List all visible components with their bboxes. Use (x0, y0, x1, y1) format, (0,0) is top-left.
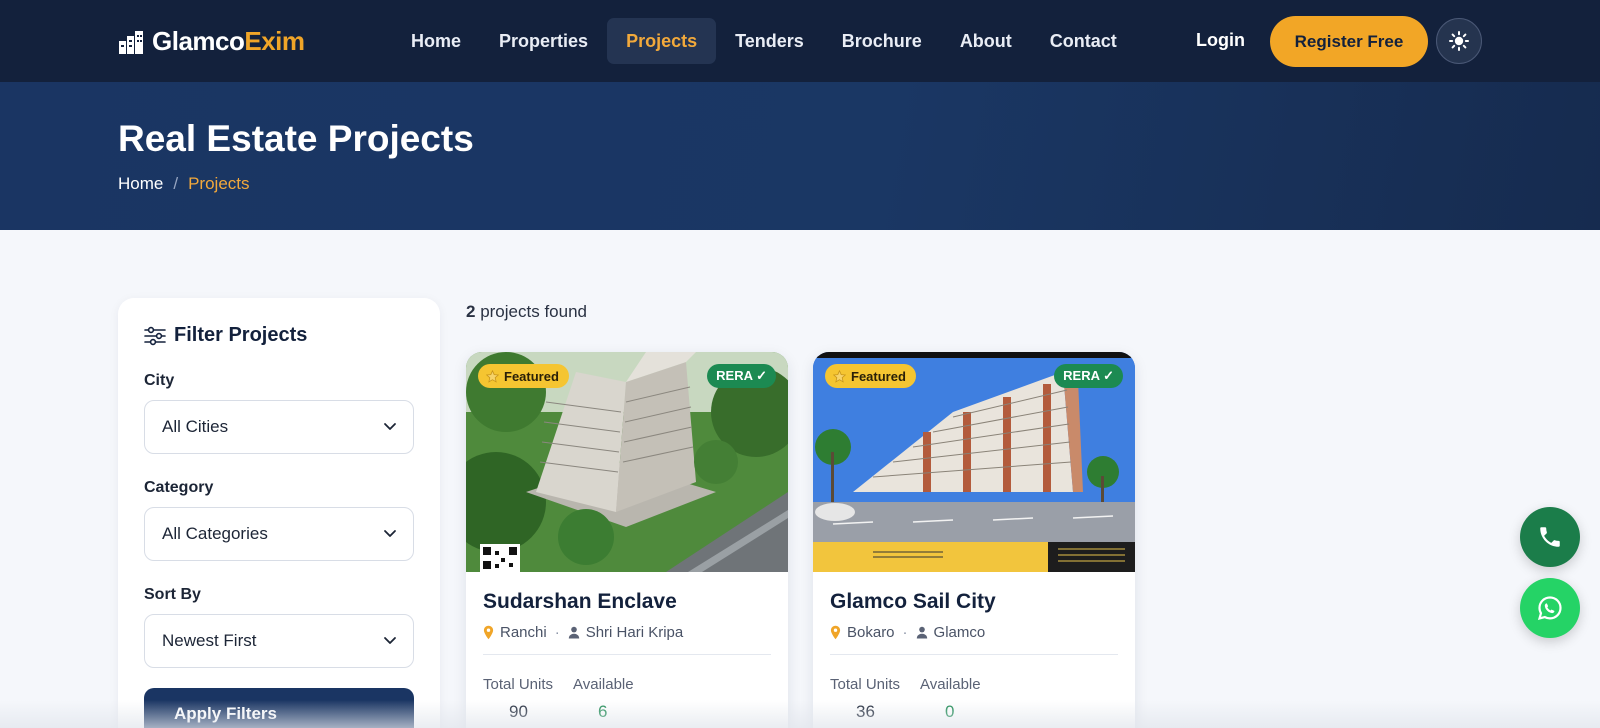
available-label: Available (573, 676, 634, 693)
meta-separator: · (902, 624, 908, 641)
brand-name: GlamcoExim (152, 26, 305, 57)
call-button[interactable] (1520, 507, 1580, 567)
brand-name-part1: Glamco (152, 26, 245, 56)
card-divider (830, 654, 1118, 655)
project-meta: Ranchi · Shri Hari Kripa (483, 624, 683, 641)
whatsapp-button[interactable] (1520, 578, 1580, 638)
featured-badge: Featured (478, 364, 569, 388)
meta-separator: · (554, 624, 560, 641)
card-divider (483, 654, 771, 655)
available-value: 6 (598, 702, 608, 721)
nav-home[interactable]: Home (392, 18, 480, 64)
category-select[interactable]: All Categories (144, 507, 414, 561)
available-value: 0 (945, 702, 955, 721)
star-icon (833, 369, 846, 383)
city-label: City (144, 372, 175, 389)
results-count-suffix: projects found (475, 302, 587, 321)
breadcrumb-current: Projects (188, 174, 250, 193)
project-developer: Glamco (933, 624, 986, 641)
project-image: Featured RERA ✓ (466, 352, 788, 572)
project-image: Featured RERA ✓ (813, 352, 1135, 572)
total-units-value: 36 (856, 702, 875, 721)
sort-select[interactable]: Newest First (144, 614, 414, 668)
category-label: Category (144, 479, 214, 496)
featured-badge: Featured (825, 364, 916, 388)
city-select-value: All Cities (162, 417, 229, 436)
sun-icon (1449, 31, 1469, 51)
nav-about[interactable]: About (941, 18, 1031, 64)
main-nav: Home Properties Projects Tenders Brochur… (392, 18, 1136, 64)
nav-projects[interactable]: Projects (607, 18, 717, 64)
total-units-value: 90 (509, 702, 528, 721)
page-hero: Real Estate Projects Home / Projects (0, 82, 1600, 230)
project-title: Sudarshan Enclave (483, 590, 677, 613)
page-title: Real Estate Projects (118, 118, 474, 159)
sort-select-value: Newest First (162, 631, 257, 650)
whatsapp-icon (1537, 596, 1562, 621)
user-icon (568, 626, 579, 639)
filter-header: Filter Projects (144, 324, 307, 347)
filter-panel: Filter Projects City All Cities Category… (118, 298, 440, 728)
star-icon (486, 369, 499, 383)
total-units-label: Total Units (483, 676, 554, 693)
breadcrumb: Home / Projects (118, 174, 250, 194)
project-meta: Bokaro · Glamco (830, 624, 985, 641)
nav-properties[interactable]: Properties (480, 18, 607, 64)
apply-filters-button[interactable]: Apply Filters (144, 688, 414, 728)
project-city: Ranchi (500, 624, 547, 641)
project-card[interactable]: Featured RERA ✓ Glamco Sail City Bokaro … (813, 352, 1135, 728)
login-link[interactable]: Login (1196, 30, 1245, 51)
brand-logo[interactable]: GlamcoExim (118, 26, 305, 57)
category-select-value: All Categories (162, 524, 268, 543)
total-units-label: Total Units (830, 676, 901, 693)
register-button[interactable]: Register Free (1270, 16, 1428, 67)
nav-brochure[interactable]: Brochure (823, 18, 941, 64)
user-icon (916, 626, 927, 639)
chevron-down-icon (384, 423, 396, 430)
rera-badge: RERA ✓ (707, 364, 776, 388)
phone-icon (1540, 527, 1560, 547)
featured-badge-label: Featured (504, 368, 559, 384)
map-pin-icon (830, 625, 841, 640)
city-select[interactable]: All Cities (144, 400, 414, 454)
project-city: Bokaro (847, 624, 895, 641)
featured-badge-label: Featured (851, 368, 906, 384)
map-pin-icon (483, 625, 494, 640)
brand-name-part2: Exim (244, 26, 305, 56)
sort-label: Sort By (144, 586, 201, 603)
rera-badge: RERA ✓ (1054, 364, 1123, 388)
building-icon (119, 30, 143, 54)
project-title: Glamco Sail City (830, 590, 996, 613)
available-label: Available (920, 676, 981, 693)
chevron-down-icon (384, 530, 396, 537)
top-navbar: GlamcoExim Home Properties Projects Tend… (0, 0, 1600, 82)
chevron-down-icon (384, 637, 396, 644)
filter-title: Filter Projects (174, 324, 308, 346)
project-card[interactable]: Featured RERA ✓ Sudarshan Enclave Ranchi… (466, 352, 788, 728)
sliders-icon (144, 326, 166, 345)
breadcrumb-separator: / (173, 174, 179, 193)
nav-tenders[interactable]: Tenders (716, 18, 823, 64)
nav-contact[interactable]: Contact (1031, 18, 1136, 64)
theme-toggle-button[interactable] (1436, 18, 1482, 64)
project-developer: Shri Hari Kripa (585, 624, 684, 641)
breadcrumb-home[interactable]: Home (118, 174, 163, 194)
results-count: 2 projects found (466, 302, 587, 322)
